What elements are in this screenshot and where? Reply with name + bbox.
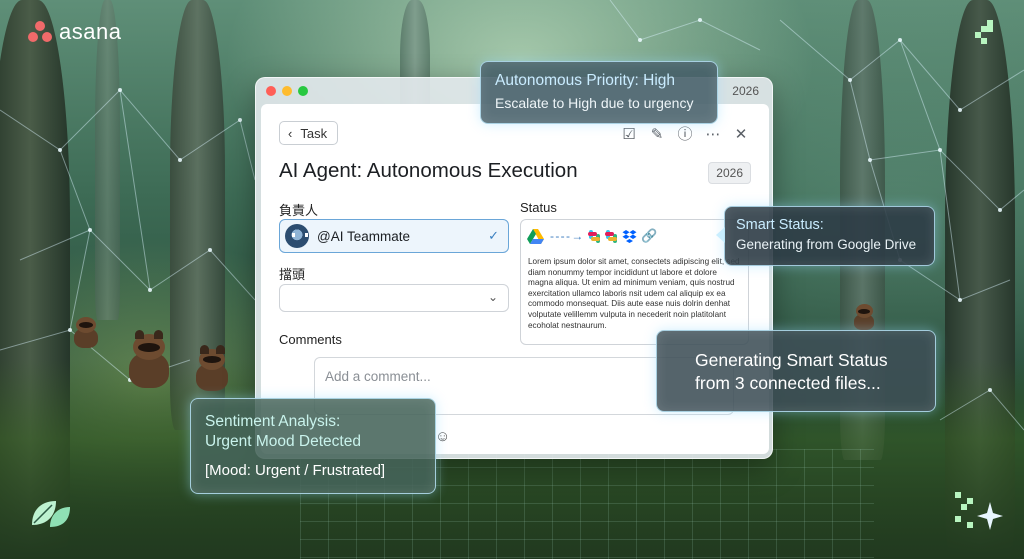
status-text: Lorem ipsum dolor sit amet, consectets a…	[528, 257, 740, 330]
generating-card: Generating Smart Status from 3 connected…	[656, 330, 936, 412]
chevron-left-icon: ‹	[288, 125, 293, 141]
pencil-icon[interactable]: ✎	[649, 125, 665, 143]
back-button-label: Task	[300, 125, 328, 141]
dropbox-icon	[622, 229, 637, 243]
priority-card: Autonomous Priority: High Escalate to Hi…	[480, 61, 718, 124]
task-toolbar: ☑ ✎ ⓘ ⋯ ✕	[621, 123, 749, 144]
raccoon-dog	[72, 314, 102, 350]
back-to-task-button[interactable]: ‹ Task	[279, 121, 339, 145]
google-drive-icon	[527, 228, 544, 244]
smart-status-title: Smart Status:	[736, 217, 824, 233]
zoom-window-button[interactable]	[298, 86, 308, 96]
pixel-star-icon	[955, 492, 1005, 536]
year-badge: 2026	[708, 162, 751, 184]
info-icon[interactable]: ⓘ	[677, 123, 693, 144]
checkmark-icon: ✓	[488, 228, 499, 243]
window-year-label: 2026	[732, 84, 759, 98]
more-icon[interactable]: ⋯	[705, 125, 721, 143]
minimize-window-button[interactable]	[282, 86, 292, 96]
arrow-icon: - - - - →	[550, 229, 583, 243]
raccoon-dog	[193, 345, 233, 393]
ai-teammate-avatar	[285, 224, 309, 248]
leaf-icon	[32, 501, 70, 527]
link-icon[interactable]: 🔗	[641, 228, 657, 244]
sentiment-title-line-1: Sentiment Analysis:	[205, 413, 341, 430]
priority-card-title: Autonomous Priority: High	[495, 72, 676, 89]
chevron-down-icon: ⌄	[487, 290, 498, 304]
checkbox-icon[interactable]: ☑	[621, 125, 637, 143]
assignee-label: 負責人	[279, 203, 319, 218]
pixel-sparkle-icon	[975, 20, 999, 48]
generating-line-1: Generating Smart Status	[695, 350, 888, 370]
sentiment-value: [Mood: Urgent / Frustrated]	[205, 462, 386, 479]
smart-status-subtitle: Generating from Google Drive	[736, 237, 917, 252]
topic-select[interactable]: ⌄	[279, 284, 509, 312]
assignee-field[interactable]: @AI Teammate ✓	[279, 219, 509, 253]
generating-line-2: from 3 connected files...	[695, 373, 881, 393]
emoji-icon[interactable]: ☺	[435, 428, 450, 445]
slack-icon	[588, 229, 601, 243]
smart-status-card: Smart Status: Generating from Google Dri…	[716, 206, 935, 266]
slack-icon	[605, 229, 618, 243]
comment-avatar	[279, 359, 307, 387]
topic-label: 擋頭	[279, 267, 306, 282]
integrations-row: - - - - → 🔗	[527, 228, 658, 244]
priority-card-subtitle: Escalate to High due to urgency	[495, 95, 694, 111]
asana-logo: asana	[27, 19, 121, 45]
status-field[interactable]: - - - - → 🔗 Lorem ipsum dolor sit amet, …	[520, 219, 749, 345]
comments-label: Comments	[279, 332, 342, 347]
status-label: Status	[520, 200, 557, 215]
sentiment-title-line-2: Urgent Mood Detected	[205, 433, 361, 450]
raccoon-dog	[125, 330, 175, 390]
task-title: AI Agent: Autonomous Execution	[279, 159, 578, 182]
brand-name: asana	[59, 19, 122, 44]
close-icon[interactable]: ✕	[733, 125, 749, 143]
close-window-button[interactable]	[266, 86, 276, 96]
raccoon-dog	[852, 302, 878, 332]
sentiment-card: Sentiment Analysis: Urgent Mood Detected…	[190, 398, 436, 494]
asana-dots-icon	[27, 21, 53, 43]
assignee-value: @AI Teammate	[317, 228, 410, 244]
